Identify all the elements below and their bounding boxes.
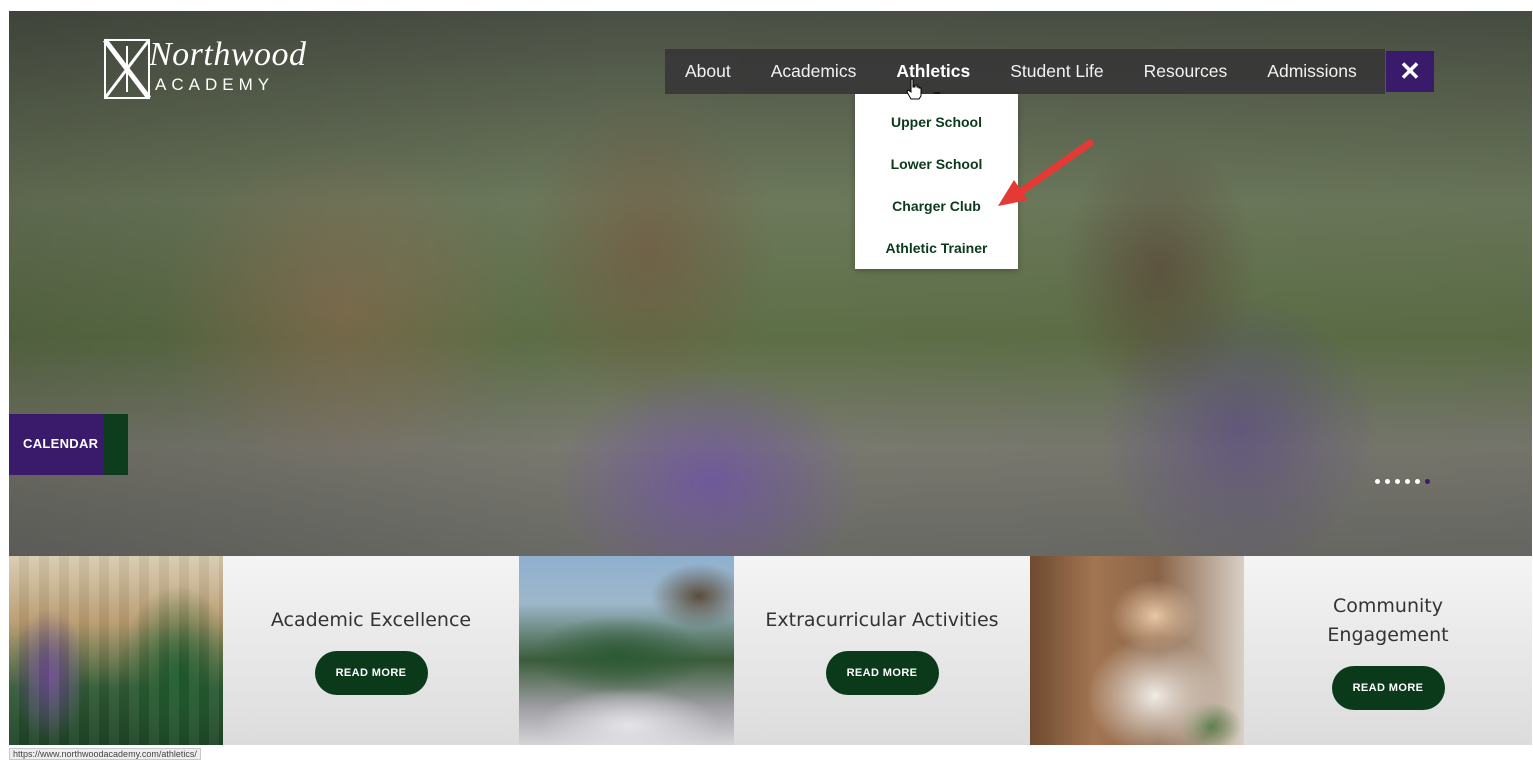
logo-emblem-icon	[103, 38, 151, 100]
calendar-label: CALENDAR	[23, 436, 99, 451]
logo-name: Northwood	[149, 36, 307, 73]
feature-tile-community: Community Engagement READ MORE	[1244, 556, 1532, 745]
feature-tile-academic: Academic Excellence READ MORE	[223, 556, 519, 745]
main-nav: About Academics Athletics Student Life R…	[665, 49, 1385, 94]
dropdown-item-athletic-trainer[interactable]: Athletic Trainer	[855, 227, 1018, 269]
tile-title: Community Engagement	[1327, 594, 1449, 646]
status-bar-url: https://www.northwoodacademy.com/athleti…	[9, 748, 201, 760]
calendar-button[interactable]: CALENDAR	[9, 414, 128, 475]
slider-dot[interactable]	[1415, 479, 1420, 484]
slider-dots	[1375, 479, 1430, 484]
feature-strip: Academic Excellence READ MORE Extracurri…	[9, 556, 1532, 745]
nav-item-admissions[interactable]: Admissions	[1247, 49, 1376, 94]
nav-item-athletics[interactable]: Athletics	[876, 49, 990, 94]
hand-cursor-icon	[906, 78, 922, 100]
logo-subtitle: ACADEMY	[155, 75, 275, 94]
nav-item-student-life[interactable]: Student Life	[990, 49, 1123, 94]
read-more-button[interactable]: READ MORE	[1331, 665, 1445, 710]
graduation-photo	[9, 556, 223, 745]
football-photo	[519, 556, 734, 745]
close-icon: ✕	[1399, 56, 1421, 86]
slider-dot[interactable]	[1395, 479, 1400, 484]
slider-dot[interactable]	[1385, 479, 1390, 484]
calendar-accent	[104, 414, 128, 475]
red-arrow-annotation-icon	[998, 140, 1094, 206]
feature-tile-extracurricular: Extracurricular Activities READ MORE	[734, 556, 1030, 745]
read-more-button[interactable]: READ MORE	[825, 651, 939, 695]
tile-title: Academic Excellence	[270, 609, 472, 631]
read-more-button[interactable]: READ MORE	[314, 651, 428, 695]
slider-dot-active[interactable]	[1425, 479, 1430, 484]
school-logo[interactable]: Northwood ACADEMY	[103, 36, 306, 106]
nav-item-academics[interactable]: Academics	[751, 49, 877, 94]
slider-dot[interactable]	[1375, 479, 1380, 484]
slider-dot[interactable]	[1405, 479, 1410, 484]
close-menu-button[interactable]: ✕	[1386, 51, 1434, 92]
nav-item-resources[interactable]: Resources	[1124, 49, 1248, 94]
nav-item-about[interactable]: About	[665, 49, 751, 94]
dropdown-item-upper-school[interactable]: Upper School	[855, 101, 1018, 143]
tile-title: Extracurricular Activities	[765, 609, 999, 631]
volunteer-photo	[1030, 556, 1244, 745]
